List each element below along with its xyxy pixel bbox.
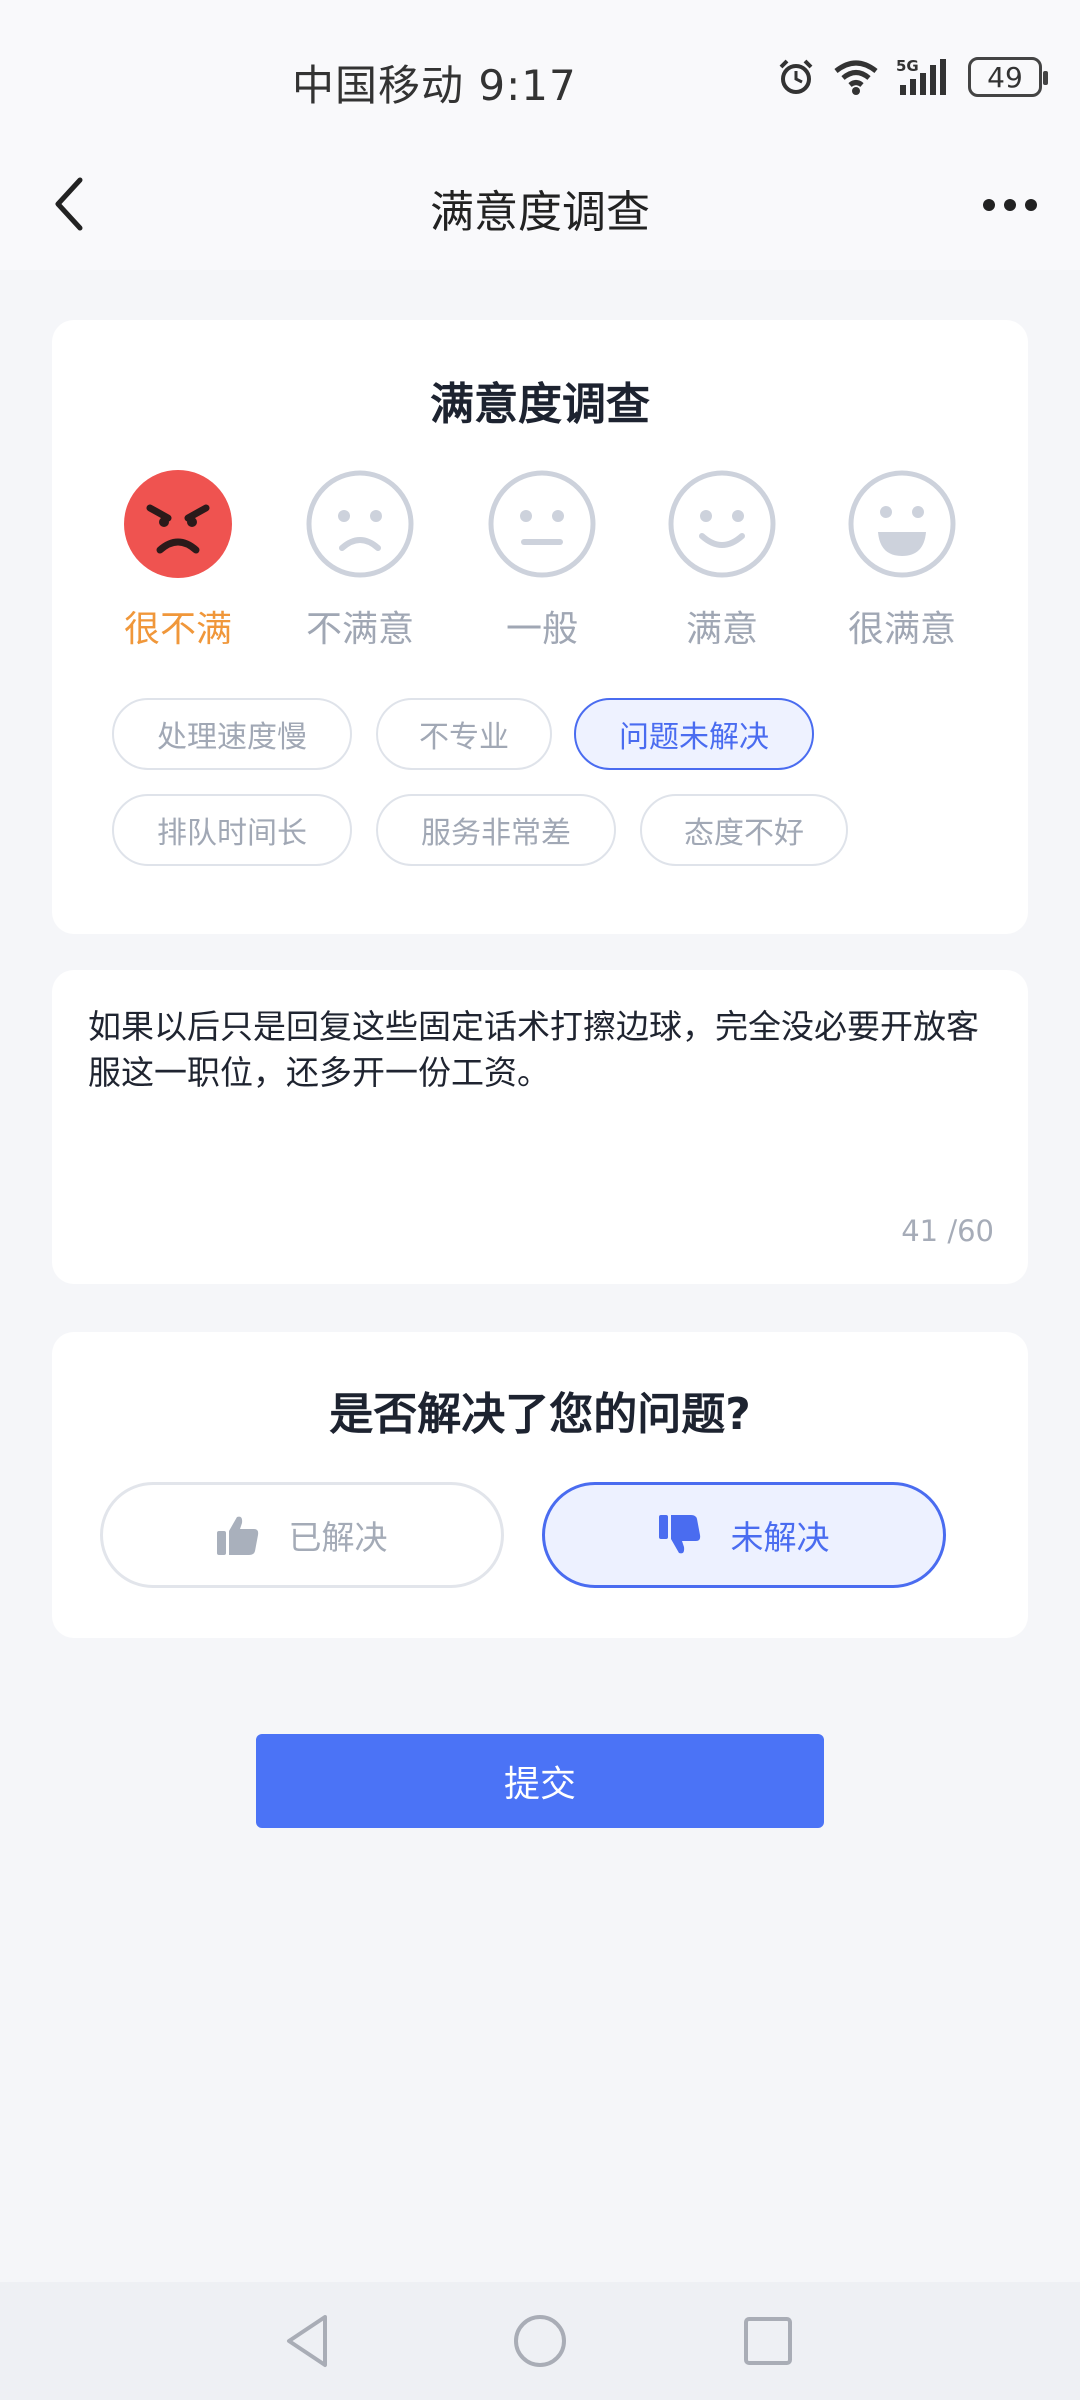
rating-option-satisfied[interactable] (668, 470, 776, 578)
tag-slow-processing[interactable]: 处理速度慢 (112, 698, 352, 770)
svg-text:5G: 5G (896, 57, 919, 75)
rating-label-very-satisfied: 很满意 (847, 609, 956, 650)
tag-unprofessional[interactable]: 不专业 (376, 698, 552, 770)
nav-home-circle-icon (514, 2315, 566, 2367)
rating-option-very-unsatisfied[interactable] (124, 470, 232, 578)
rating-label-unsatisfied: 不满意 (305, 609, 414, 650)
rating-option-neutral[interactable] (488, 470, 596, 578)
thumbs-down-icon (658, 1515, 700, 1554)
carrier-time: 中国移动 9:17 (292, 61, 577, 110)
char-counter: 41 /60 (901, 1214, 994, 1248)
nav-recents-button[interactable] (728, 2306, 808, 2376)
unsatisfied-face-icon (306, 470, 414, 578)
system-nav-bar (0, 2282, 1080, 2400)
tag-long-queue[interactable]: 排队时间长 (112, 794, 352, 866)
battery-icon: 49 (968, 57, 1048, 97)
alarm-icon (779, 59, 813, 94)
resolved-button[interactable]: 已解决 (100, 1482, 504, 1588)
status-icons: 5G 49 (776, 52, 1048, 102)
rating-label-very-unsatisfied: 很不满 (123, 609, 232, 650)
resolved-label: 已解决 (288, 1518, 388, 1557)
rating-option-unsatisfied[interactable] (306, 470, 414, 578)
nav-recents-square-icon (744, 2317, 792, 2365)
rating-title: 满意度调查 (430, 379, 650, 430)
very-unsatisfied-face-icon (124, 470, 232, 578)
very-satisfied-face-icon (848, 470, 956, 578)
rating-label-satisfied: 满意 (685, 609, 758, 650)
satisfied-face-icon (668, 470, 776, 578)
rating-label-neutral: 一般 (505, 609, 578, 650)
more-dots-icon (983, 199, 1037, 211)
nav-back-button[interactable] (268, 2306, 348, 2376)
comment-text: 如果以后只是回复这些固定话术打擦边球，完全没必要开放客服这一职位，还多开一份工资… (88, 1007, 979, 1092)
comment-textarea[interactable]: 如果以后只是回复这些固定话术打擦边球，完全没必要开放客服这一职位，还多开一份工资… (52, 970, 1028, 1284)
page-title: 满意度调查 (430, 187, 650, 238)
battery-level: 49 (987, 60, 1023, 94)
wifi-icon (834, 60, 878, 95)
submit-button[interactable]: 提交 (256, 1734, 824, 1828)
unresolved-button[interactable]: 未解决 (542, 1482, 946, 1588)
resolution-card: 是否解决了您的问题? 已解决 未解决 (52, 1332, 1028, 1638)
status-bar: 中国移动 9:17 5G 49 (0, 0, 1080, 140)
neutral-face-icon (488, 470, 596, 578)
nav-home-button[interactable] (500, 2306, 580, 2376)
tag-very-poor-service[interactable]: 服务非常差 (376, 794, 616, 866)
nav-back-triangle-icon (287, 2315, 327, 2367)
rating-card: 满意度调查 很不满 不满意 一般 满意 很满意 处理速度慢 不专业 问题未解决 … (52, 320, 1028, 934)
tag-problem-unsolved[interactable]: 问题未解决 (574, 698, 814, 770)
tag-bad-attitude[interactable]: 态度不好 (640, 794, 848, 866)
more-button[interactable] (970, 170, 1050, 240)
resolution-title: 是否解决了您的问题? (329, 1389, 751, 1440)
app-header: 满意度调查 (0, 140, 1080, 270)
5g-signal-icon: 5G (896, 57, 946, 95)
unresolved-label: 未解决 (730, 1518, 830, 1557)
rating-option-very-satisfied[interactable] (848, 470, 956, 578)
thumbs-up-icon (216, 1516, 258, 1555)
